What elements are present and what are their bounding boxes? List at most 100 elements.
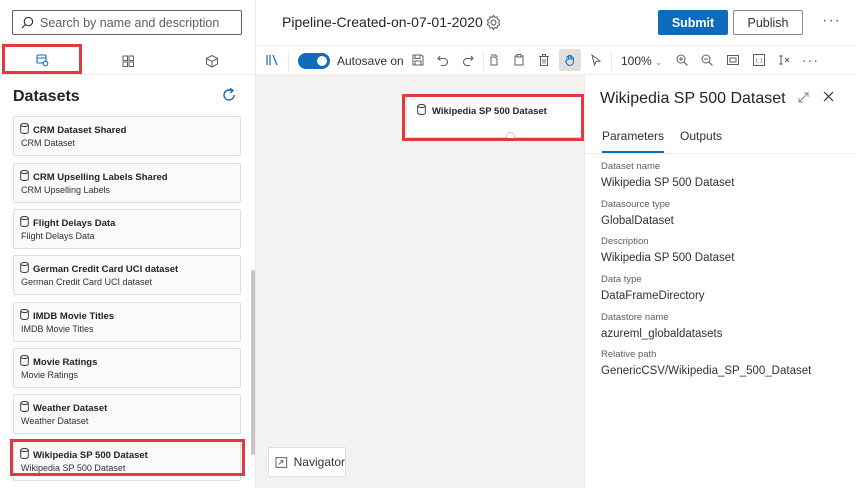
field-value-datastore-name: azureml_globaldatasets: [601, 328, 723, 340]
svg-text:1:1: 1:1: [755, 59, 763, 65]
dataset-name: CRM Upselling Labels Shared: [33, 172, 168, 183]
dataset-name: Weather Dataset: [33, 403, 108, 414]
properties-title: Wikipedia SP 500 Dataset: [600, 90, 786, 107]
scrollbar[interactable]: [251, 270, 255, 455]
zoom-out-icon: [701, 54, 713, 66]
tabs-divider: [585, 153, 856, 154]
dataset-item-flight-delays[interactable]: Flight Delays Data Flight Delays Data: [13, 209, 241, 249]
autosave-toggle[interactable]: [298, 53, 330, 69]
modules-icon: [122, 55, 134, 67]
package-icon: [206, 54, 218, 68]
expand-icon[interactable]: [797, 91, 810, 104]
pipeline-header: Pipeline-Created-on-07-01-2020 Submit Pu…: [256, 0, 856, 46]
fit-to-screen-button[interactable]: [725, 52, 741, 68]
navigator-icon: [275, 456, 288, 468]
copy-icon: [490, 54, 498, 66]
save-icon: [412, 54, 424, 66]
dataset-item-imdb-movie-titles[interactable]: IMDB Movie Titles IMDB Movie Titles: [13, 302, 241, 342]
field-label-relative-path: Relative path: [601, 349, 657, 360]
dataset-subtitle: Flight Delays Data: [21, 231, 95, 241]
auto-layout-button[interactable]: [776, 52, 792, 68]
dataset-subtitle: CRM Upselling Labels: [21, 185, 111, 195]
library-icon: [266, 54, 278, 66]
field-label-datasource-type: Datasource type: [601, 199, 671, 210]
dataset-subtitle: Weather Dataset: [21, 416, 89, 426]
tab-parameters[interactable]: Parameters: [602, 129, 665, 153]
field-value-data-type: DataFrameDirectory: [601, 290, 705, 302]
close-icon[interactable]: [822, 90, 835, 103]
dataset-item-crm-upselling-labels[interactable]: CRM Upselling Labels Shared CRM Upsellin…: [13, 163, 241, 203]
save-button[interactable]: [410, 52, 426, 68]
auto-layout-icon: [779, 55, 790, 65]
dataset-subtitle: Movie Ratings: [21, 370, 79, 380]
dataset-subtitle: IMDB Movie Titles: [21, 324, 94, 334]
pan-hand-icon: [564, 54, 574, 66]
tab-modules[interactable]: [108, 49, 148, 73]
zoom-out-button[interactable]: [699, 52, 715, 68]
navigator-button[interactable]: Navigator: [268, 447, 346, 477]
delete-button[interactable]: [536, 52, 552, 68]
autosave-label: Autosave on: [337, 54, 404, 68]
database-icon: [20, 401, 29, 412]
pipeline-canvas[interactable]: Wikipedia SP 500 Dataset Navigator: [256, 75, 584, 488]
dataset-name: German Credit Card UCI dataset: [33, 264, 179, 275]
zoom-value: 100%: [621, 54, 652, 68]
zoom-in-button[interactable]: [674, 52, 690, 68]
zoom-in-icon: [676, 54, 688, 66]
field-label-data-type: Data type: [601, 274, 642, 285]
library-button[interactable]: [264, 52, 280, 68]
search-icon: [21, 16, 34, 29]
tab-outputs[interactable]: Outputs: [680, 129, 722, 151]
pointer-icon: [591, 53, 602, 67]
paste-icon: [514, 54, 524, 66]
dataset-item-weather[interactable]: Weather Dataset Weather Dataset: [13, 394, 241, 434]
navigator-label: Navigator: [293, 455, 345, 469]
toolbar-divider: [288, 51, 289, 71]
submit-button[interactable]: Submit: [658, 10, 728, 35]
publish-button[interactable]: Publish: [733, 10, 803, 35]
highlight-box-datasets-tab: [2, 44, 82, 74]
toolbar-divider: [483, 51, 484, 71]
select-mode-button[interactable]: [588, 52, 604, 68]
pipeline-title[interactable]: Pipeline-Created-on-07-01-2020: [282, 14, 483, 30]
toolbar-more-icon[interactable]: ···: [802, 52, 819, 68]
redo-button[interactable]: [460, 52, 476, 68]
refresh-icon[interactable]: [220, 86, 238, 104]
highlight-box-wikipedia-item: [10, 439, 245, 476]
dataset-name: Flight Delays Data: [33, 218, 116, 229]
database-icon: [20, 170, 29, 181]
pan-mode-button[interactable]: [559, 49, 581, 71]
database-icon: [20, 262, 29, 273]
canvas-toolbar: Autosave on 100% ⌄ 1:1 ···: [256, 46, 856, 75]
database-icon: [20, 355, 29, 366]
toolbar-divider: [611, 51, 612, 71]
properties-panel: Wikipedia SP 500 Dataset Parameters Outp…: [584, 75, 856, 488]
chevron-down-icon: ⌄: [654, 57, 663, 67]
database-icon: [20, 216, 29, 227]
dataset-item-movie-ratings[interactable]: Movie Ratings Movie Ratings: [13, 348, 241, 388]
database-icon: [20, 309, 29, 320]
more-options-icon[interactable]: ···: [822, 12, 841, 30]
field-label-description: Description: [601, 236, 649, 247]
undo-icon: [437, 55, 449, 67]
dataset-item-german-credit-card[interactable]: German Credit Card UCI dataset German Cr…: [13, 255, 241, 295]
actual-size-button[interactable]: 1:1: [751, 52, 767, 68]
panel-title: Datasets: [13, 88, 80, 105]
field-label-datastore-name: Datastore name: [601, 312, 669, 323]
gear-icon[interactable]: [485, 14, 502, 31]
actual-size-icon: 1:1: [753, 54, 765, 66]
highlight-box-canvas-node: [402, 94, 584, 141]
dataset-item-crm-dataset-shared[interactable]: CRM Dataset Shared CRM Dataset: [13, 116, 241, 156]
fit-screen-icon: [727, 55, 739, 65]
database-icon: [20, 123, 29, 134]
dataset-subtitle: German Credit Card UCI dataset: [21, 277, 153, 287]
tab-components[interactable]: [192, 49, 232, 73]
copy-button[interactable]: [486, 52, 502, 68]
search-input[interactable]: [40, 15, 230, 30]
zoom-dropdown[interactable]: 100% ⌄: [621, 54, 662, 68]
undo-button[interactable]: [435, 52, 451, 68]
asset-library-panel: Datasets CRM Dataset Shared CRM Dataset …: [0, 0, 256, 488]
field-value-dataset-name: Wikipedia SP 500 Dataset: [601, 177, 735, 189]
paste-button[interactable]: [511, 52, 527, 68]
search-box[interactable]: [12, 10, 242, 35]
